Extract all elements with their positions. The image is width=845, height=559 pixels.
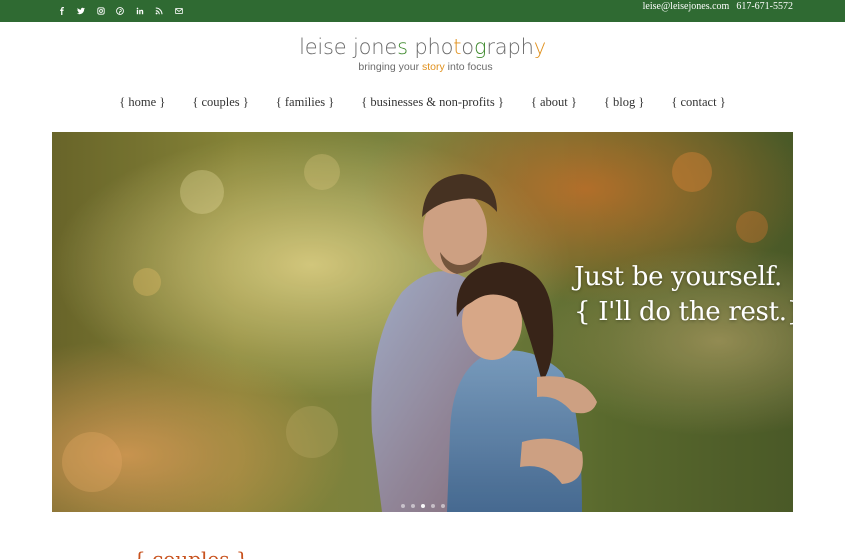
tagline-line1: Just be yourself. bbox=[574, 262, 782, 292]
rss-icon[interactable] bbox=[150, 0, 170, 22]
logo-tagline: bringing your story into focus bbox=[358, 61, 493, 73]
instagram-icon[interactable] bbox=[91, 0, 111, 22]
tagline-line2: { I'll do the rest.} bbox=[574, 297, 793, 327]
slider-dot[interactable] bbox=[440, 504, 445, 508]
slider-dot[interactable] bbox=[430, 504, 435, 508]
nav-about[interactable]: { about } bbox=[517, 95, 590, 110]
twitter-icon[interactable] bbox=[72, 0, 92, 22]
hero-slider[interactable]: Just be yourself. { I'll do the rest.} bbox=[52, 132, 793, 512]
nav-contact[interactable]: { contact } bbox=[658, 95, 739, 110]
pinterest-icon[interactable] bbox=[111, 0, 131, 22]
logo-title: leise jones photography bbox=[299, 35, 546, 59]
nav-families[interactable]: { families } bbox=[262, 95, 348, 110]
slider-dot[interactable] bbox=[410, 504, 415, 508]
main-nav: { home } { couples } { families } { busi… bbox=[0, 95, 845, 110]
facebook-icon[interactable] bbox=[52, 0, 72, 22]
nav-home[interactable]: { home } bbox=[106, 95, 179, 110]
email-icon[interactable] bbox=[169, 0, 189, 22]
nav-couples[interactable]: { couples } bbox=[179, 95, 262, 110]
hero-tagline: Just be yourself. { I'll do the rest.} bbox=[574, 260, 793, 330]
site-logo[interactable]: leise jones photography bringing your st… bbox=[0, 33, 845, 73]
nav-blog[interactable]: { blog } bbox=[590, 95, 657, 110]
email-link[interactable]: leise@leisejones.com bbox=[643, 1, 730, 12]
slider-dot-active[interactable] bbox=[420, 504, 425, 508]
top-bar: leise@leisejones.com 617-671-5572 bbox=[0, 0, 845, 22]
section-heading: { couples } bbox=[133, 547, 249, 559]
phone-number: 617-671-5572 bbox=[736, 1, 793, 12]
nav-businesses[interactable]: { businesses & non-profits } bbox=[348, 95, 518, 110]
contact-info: leise@leisejones.com 617-671-5572 bbox=[643, 1, 793, 12]
slider-dots bbox=[52, 504, 793, 508]
slider-dot[interactable] bbox=[400, 504, 405, 508]
social-links bbox=[52, 0, 189, 22]
linkedin-icon[interactable] bbox=[130, 0, 150, 22]
